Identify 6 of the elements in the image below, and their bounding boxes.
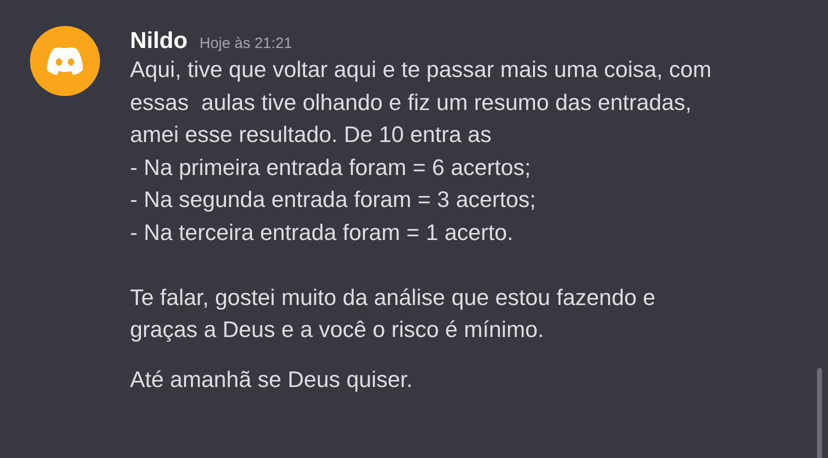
timestamp: Hoje às 21:21	[200, 35, 292, 52]
message-text: Até amanhã se Deus quiser.	[130, 366, 414, 394]
username[interactable]: Nildo	[130, 27, 188, 54]
message-text: Aqui, tive que voltar aqui e te passar mais uma coisa, com essas aulas tive olhando e fiz um resumo das entradas, amei esse resultado. De 10 entra as - Na primeira entrada foram = 6 acertos; - Na segunda entrada foram = 3 acertos; - Na terceira entrada foram = 1 acerto. Te falar, gostei muito da análise que estou fazendo e graças a Deus e a você o risco é mínimo.	[130, 56, 712, 344]
gamepad-icon	[45, 46, 85, 76]
scrollbar-thumb[interactable]	[817, 368, 822, 458]
